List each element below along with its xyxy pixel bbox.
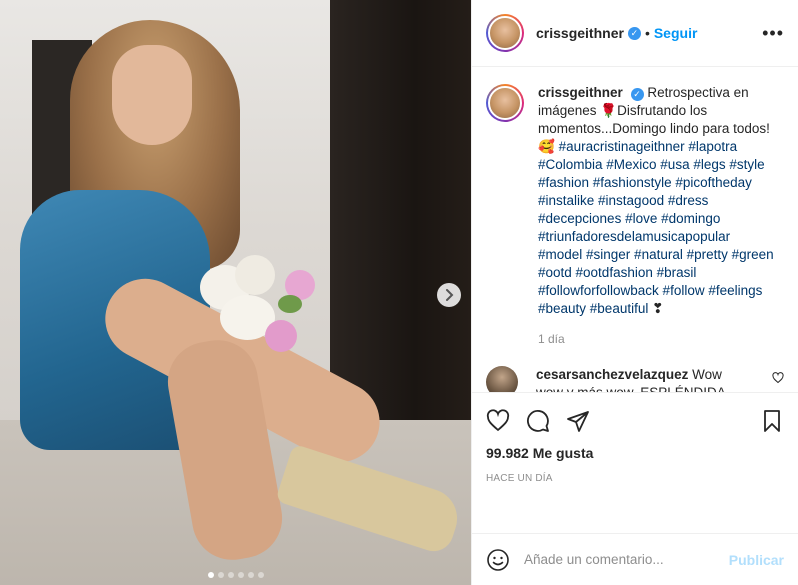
add-comment-bar: Publicar [472,533,798,585]
more-options-icon[interactable]: ••• [762,23,784,44]
photo-flowers [190,255,330,365]
header-separator: • [644,25,650,41]
photo-face [112,45,192,145]
caption: crissgeithner ✓ Retrospectiva en imágene… [486,84,784,318]
caption-time: 1 día [538,332,565,346]
list-item: cesarsanchezvelazquez Wow wow y más wow,… [486,366,784,392]
avatar[interactable] [486,84,524,122]
comment-input[interactable] [524,552,729,567]
caption-tail: ❣ [648,301,664,316]
comment-icon[interactable] [526,409,550,433]
carousel-dot [227,572,234,578]
heart-icon[interactable] [772,372,784,384]
post-side-panel: crissgeithner ✓ • Seguir ••• crissgeithn… [471,0,798,585]
action-icons [486,401,784,441]
post-modal: crissgeithner ✓ • Seguir ••• crissgeithn… [0,0,798,585]
carousel-dot [237,572,244,578]
carousel-dot [217,572,224,578]
caption-username[interactable]: crissgeithner [538,85,623,100]
smiley-icon[interactable] [486,548,510,572]
publish-button[interactable]: Publicar [729,552,784,568]
carousel-dot [207,572,214,578]
carousel-dots [0,572,471,578]
caption-text: crissgeithner ✓ Retrospectiva en imágene… [538,84,778,318]
avatar[interactable] [486,14,524,52]
caption-hashtags[interactable]: #auracristinageithner #lapotra #Colombia… [538,139,774,316]
bookmark-icon[interactable] [760,409,784,433]
carousel-next-button[interactable] [437,283,461,307]
post-header: crissgeithner ✓ • Seguir ••• [472,0,798,67]
comment-username[interactable]: cesarsanchezvelazquez [536,367,688,382]
chevron-right-icon [446,289,454,301]
carousel-dot [257,572,264,578]
likes-count[interactable]: 99.982 Me gusta [486,445,784,461]
heart-icon[interactable] [486,409,510,433]
avatar[interactable] [486,366,518,392]
post-actions: 99.982 Me gusta HACE UN DÍA [472,392,798,533]
paper-plane-icon[interactable] [566,409,590,433]
comment-text: cesarsanchezvelazquez Wow wow y más wow,… [536,366,736,392]
verified-badge-icon: ✓ [627,26,641,40]
post-timestamp[interactable]: HACE UN DÍA [486,473,784,484]
header-username[interactable]: crissgeithner [536,25,624,41]
comments-list[interactable]: crissgeithner ✓ Retrospectiva en imágene… [472,67,798,392]
verified-badge-icon: ✓ [630,87,644,101]
carousel-dot [247,572,254,578]
post-photo[interactable] [0,0,471,585]
follow-button[interactable]: Seguir [654,25,698,41]
